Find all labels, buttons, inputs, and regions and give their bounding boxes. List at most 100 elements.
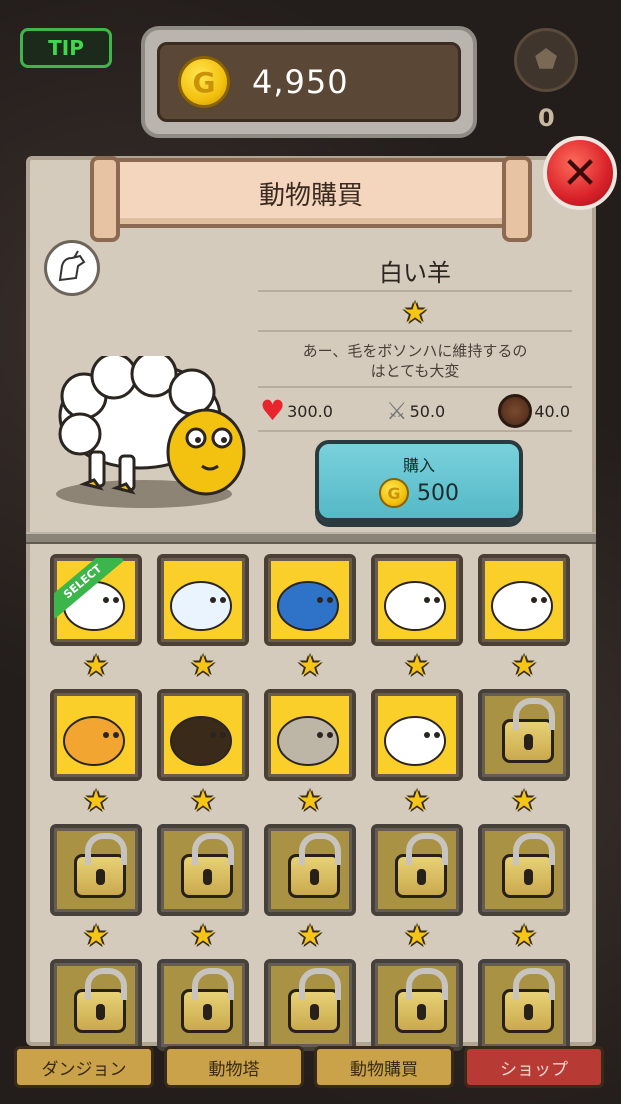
animal-description: あー、毛をボソンハに維持するの はとても大変 (258, 336, 572, 388)
crane-icon (491, 581, 553, 631)
attack-value: 50.0 (409, 401, 446, 421)
star-icon: ★ (404, 784, 430, 817)
animal-slot[interactable]: ★ (155, 552, 251, 687)
animal-stats: ♥ 300.0 ⚔ 50.0 40.0 (258, 392, 572, 432)
locked-animal-tile[interactable] (50, 824, 142, 916)
animal-tile-wolf[interactable] (371, 554, 463, 646)
animal-slot[interactable]: ★ (155, 687, 251, 822)
wolf-icon (384, 581, 446, 631)
animal-tile-crane[interactable] (478, 554, 570, 646)
locked-animal-tile[interactable] (371, 959, 463, 1051)
animal-name: 白い羊 (258, 250, 572, 292)
rarity-stars: ★ (48, 922, 144, 950)
eagle-icon (170, 716, 232, 766)
rarity-stars: ★ (155, 922, 251, 950)
locked-animal-tile[interactable] (478, 824, 570, 916)
padlock-icon (288, 833, 341, 898)
rarity-stars: ★ (262, 922, 358, 950)
animal-slot[interactable]: ★ (155, 822, 251, 957)
coin-balance-panel: G 4,950 (141, 26, 477, 138)
star-icon: ★ (402, 296, 428, 329)
animal-slot[interactable]: ★ (369, 552, 465, 687)
animal-tile-sloth[interactable] (264, 689, 356, 781)
rarity-stars: ★ (476, 922, 572, 950)
padlock-icon (288, 968, 341, 1033)
animal-slot[interactable]: ★ (262, 822, 358, 957)
animal-slot[interactable]: ★ (48, 687, 144, 822)
gold-coin-icon: G (178, 56, 230, 108)
attack-stat: ⚔ 50.0 (386, 397, 445, 425)
pentagon-badge-icon[interactable]: ⬟ (514, 28, 578, 92)
tip-button[interactable]: TIP (20, 28, 112, 68)
sword-icon: ⚔ (386, 397, 408, 425)
rarity-stars: ★ (48, 787, 144, 815)
tab-dungeon[interactable]: ダンジョン (14, 1046, 154, 1088)
price-value: 500 (417, 480, 459, 506)
star-icon: ★ (511, 649, 537, 682)
star-icon: ★ (404, 649, 430, 682)
locked-animal-tile[interactable] (371, 824, 463, 916)
lion-icon (277, 581, 339, 631)
animal-slot[interactable]: ★ (476, 552, 572, 687)
padlock-icon (502, 698, 555, 763)
animal-slot[interactable]: ★ (262, 552, 358, 687)
locked-animal-tile[interactable] (50, 959, 142, 1051)
locked-animal-tile[interactable] (157, 959, 249, 1051)
padlock-icon (502, 968, 555, 1033)
rarity-stars: ★ (369, 652, 465, 680)
shiba-dog-icon (63, 716, 125, 766)
buy-button[interactable]: 購入 G 500 (315, 440, 523, 522)
animal-slot[interactable]: ★ (369, 687, 465, 822)
animal-tile-eagle[interactable] (157, 689, 249, 781)
animal-slot[interactable]: ★ (48, 822, 144, 957)
animal-tile-elephant[interactable] (157, 554, 249, 646)
star-icon: ★ (297, 784, 323, 817)
animal-slot[interactable]: ★ (369, 822, 465, 957)
rarity-stars: ★ (155, 787, 251, 815)
animal-tile-lion[interactable] (264, 554, 356, 646)
coin-amount: 4,950 (252, 63, 349, 101)
hp-stat: ♥ 300.0 (260, 397, 333, 425)
bottom-tab-bar: ダンジョン 動物塔 動物購買 ショップ (14, 1046, 604, 1092)
star-icon: ★ (190, 919, 216, 952)
locked-animal-tile[interactable] (478, 689, 570, 781)
animal-slot[interactable]: ★ (476, 687, 572, 822)
star-icon: ★ (297, 919, 323, 952)
star-icon: ★ (404, 919, 430, 952)
star-icon: ★ (83, 649, 109, 682)
star-icon: ★ (297, 649, 323, 682)
locked-animal-tile[interactable] (264, 959, 356, 1051)
rarity-stars: ★ (262, 652, 358, 680)
heart-icon: ♥ (260, 394, 286, 427)
animal-tile-sheep[interactable]: SELECT (50, 554, 142, 646)
sloth-icon (277, 716, 339, 766)
animal-tile-shiba-dog[interactable] (50, 689, 142, 781)
star-icon: ★ (83, 784, 109, 817)
selected-animal-image (54, 350, 250, 512)
animal-grid: SELECT ★ ★ ★ ★ ★ ★ ★ ★ ★ ★ ★ ★ ★ ★ ★ (48, 552, 578, 1092)
goat-type-icon (44, 240, 100, 296)
tab-shop[interactable]: ショップ (464, 1046, 604, 1088)
star-icon: ★ (83, 919, 109, 952)
locked-animal-tile[interactable] (157, 824, 249, 916)
star-icon: ★ (511, 784, 537, 817)
buy-price: G 500 (319, 478, 519, 508)
animal-tile-white-sheep[interactable] (371, 689, 463, 781)
animal-slot[interactable]: SELECT ★ (48, 552, 144, 687)
close-button[interactable]: ✕ (543, 136, 617, 210)
badge-count: 0 (538, 104, 555, 132)
locked-animal-tile[interactable] (478, 959, 570, 1051)
tab-animal-purchase[interactable]: 動物購買 (314, 1046, 454, 1088)
panel-divider (26, 532, 596, 544)
hp-value: 300.0 (287, 401, 333, 421)
tab-animal-tower[interactable]: 動物塔 (164, 1046, 304, 1088)
animal-slot[interactable]: ★ (262, 687, 358, 822)
animal-slot[interactable]: ★ (476, 822, 572, 957)
coin-balance-display: G 4,950 (157, 42, 461, 122)
animal-rarity: ★ (258, 296, 572, 332)
panel-title: 動物購買 (90, 156, 532, 242)
star-icon: ★ (190, 784, 216, 817)
rarity-stars: ★ (476, 652, 572, 680)
locked-animal-tile[interactable] (264, 824, 356, 916)
gold-coin-icon: G (379, 478, 409, 508)
